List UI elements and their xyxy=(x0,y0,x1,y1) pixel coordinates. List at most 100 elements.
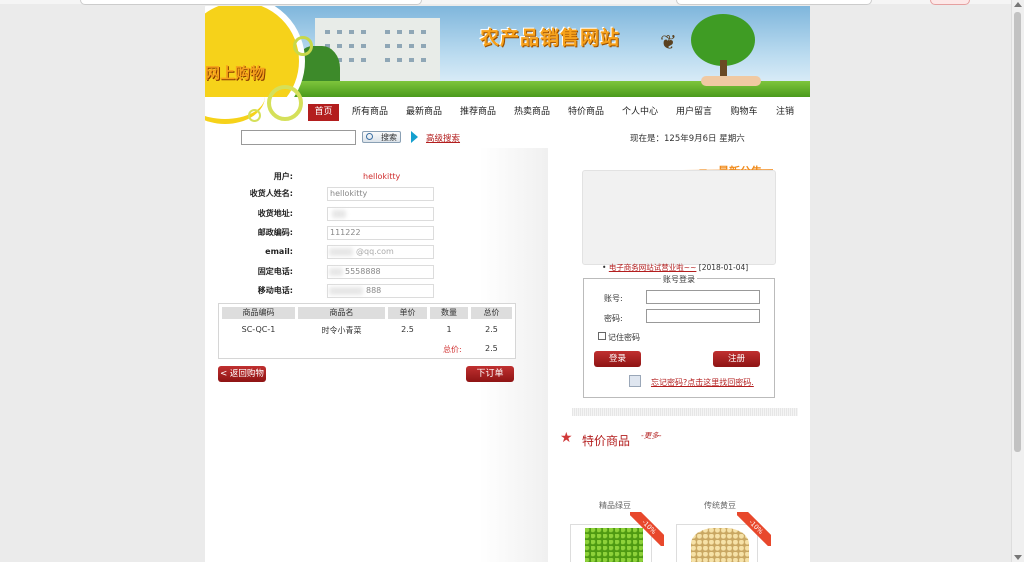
page-container: ❦ 农产品销售网站 网上购物 首页 所有商品 最新商品 推荐商品 热卖商品 特价… xyxy=(205,6,810,562)
browser-button-edge xyxy=(930,0,970,5)
specials-more-link[interactable]: -更多- xyxy=(641,430,661,441)
discount-label: -10% xyxy=(630,512,664,546)
specials-title: 特价商品 xyxy=(582,434,631,448)
search-input[interactable] xyxy=(241,130,356,145)
table-header: 总价 xyxy=(471,307,512,319)
remember-label: 记住密码 xyxy=(608,333,640,342)
ring-decoration-small xyxy=(248,109,261,122)
nav-item-new-products[interactable]: 最新商品 xyxy=(402,104,446,121)
search-button[interactable]: 搜索 xyxy=(362,131,401,143)
ring-decoration xyxy=(267,85,303,121)
email-label: email: xyxy=(265,247,293,256)
scrollbar-thumb[interactable] xyxy=(1014,12,1021,452)
tree-image xyxy=(691,14,755,66)
password-label: 密码: xyxy=(604,314,623,323)
zip-field[interactable]: 111222 xyxy=(327,226,434,240)
name-label: 收货人姓名: xyxy=(249,189,293,198)
page-scrollbar[interactable] xyxy=(1011,0,1024,562)
mobile-label: 移动电话: xyxy=(257,286,293,295)
nav-item-messages[interactable]: 用户留言 xyxy=(672,104,716,121)
discount-ribbon: -10% xyxy=(630,512,664,546)
nav-item-all-products[interactable]: 所有商品 xyxy=(348,104,392,121)
nav-item-logout[interactable]: 注销 xyxy=(773,104,797,121)
password-input[interactable] xyxy=(646,309,760,323)
ring-decoration xyxy=(293,36,313,56)
name-row: 收货人姓名: hellokitty xyxy=(205,187,505,201)
email-suffix: @qq.com xyxy=(356,247,394,256)
scroll-up-arrow-icon[interactable] xyxy=(1014,2,1022,7)
table-cell: 2.5 xyxy=(485,325,498,334)
table-header: 数量 xyxy=(430,307,468,319)
login-legend: 账号登录 xyxy=(661,274,697,285)
user-value: hellokitty xyxy=(363,172,401,181)
notice-item[interactable]: • 电子商务网站试营业啦~~ [2018-01-04] xyxy=(602,263,799,272)
section-divider xyxy=(572,408,798,416)
table-cell: 时令小青菜 xyxy=(321,326,362,335)
nav-item-profile[interactable]: 个人中心 xyxy=(618,104,662,121)
nav-item-hot[interactable]: 热卖商品 xyxy=(510,104,554,121)
site-banner: ❦ 农产品销售网站 网上购物 xyxy=(205,6,810,97)
star-icon: ★ xyxy=(560,430,573,446)
current-date: 现在是：125年9月6日 星期六 xyxy=(630,134,745,144)
mobile-row: 移动电话: 888 xyxy=(205,284,505,298)
phone-row: 固定电话: 5558888 xyxy=(205,265,505,279)
site-title: 农产品销售网站 xyxy=(480,27,621,49)
search-button-label: 搜索 xyxy=(381,133,397,142)
table-header: 商品名 xyxy=(298,307,385,319)
butterfly-icon: ❦ xyxy=(660,30,677,54)
back-to-cart-button[interactable]: < 返回购物车 xyxy=(218,366,266,395)
mobile-field[interactable]: 888 xyxy=(327,284,434,298)
triangle-arrow-icon xyxy=(411,131,418,143)
advanced-search-link[interactable]: 高级搜索 xyxy=(426,132,460,144)
phone-value: 5558888 xyxy=(345,267,381,276)
order-items-table: 商品编码 商品名 单价 数量 总价 SC-QC-1 时令小青菜 2.5 1 2.… xyxy=(218,303,516,359)
phone-field[interactable]: 5558888 xyxy=(327,265,434,279)
email-row: email: @qq.com xyxy=(205,245,505,259)
account-label: 账号: xyxy=(604,294,623,303)
nav-item-recommended[interactable]: 推荐商品 xyxy=(456,104,500,121)
table-cell: 2.5 xyxy=(401,325,414,334)
product-name[interactable]: 传统黄豆 xyxy=(704,500,736,511)
browser-toolbar-edge xyxy=(0,0,1012,5)
nav-item-cart[interactable]: 购物车 xyxy=(726,104,762,121)
browser-search-edge xyxy=(676,0,872,5)
zip-row: 邮政编码: 111222 xyxy=(205,226,505,240)
address-label: 收货地址: xyxy=(257,209,293,218)
discount-label: -10% xyxy=(737,512,771,546)
address-bar-edge xyxy=(80,0,422,5)
login-button[interactable]: 登录 xyxy=(594,351,641,367)
scroll-down-arrow-icon[interactable] xyxy=(1014,555,1022,560)
name-field[interactable]: hellokitty xyxy=(327,187,434,201)
product-name[interactable]: 精品绿豆 xyxy=(599,500,631,511)
nav-item-home[interactable]: 首页 xyxy=(308,104,339,121)
hand-image xyxy=(701,76,761,86)
mobile-value: 888 xyxy=(366,286,382,295)
total-label: 总价: xyxy=(443,345,462,354)
table-cell: 1 xyxy=(446,325,452,334)
account-input[interactable] xyxy=(646,290,760,304)
remember-checkbox[interactable] xyxy=(598,332,606,340)
notice-date: [2018-01-04] xyxy=(698,263,749,272)
notice-board xyxy=(582,170,776,265)
main-nav: 首页 所有商品 最新商品 推荐商品 热卖商品 特价商品 个人中心 用户留言 购物… xyxy=(308,104,803,121)
key-icon xyxy=(629,375,641,387)
user-label: 用户: xyxy=(273,172,293,181)
email-field[interactable]: @qq.com xyxy=(327,245,434,259)
table-header: 商品编码 xyxy=(222,307,295,319)
place-order-button[interactable]: 下订单 xyxy=(466,366,514,382)
user-row: 用户: hellokitty xyxy=(205,170,505,184)
address-row: 收货地址: xyxy=(205,207,505,221)
discount-ribbon: -10% xyxy=(737,512,771,546)
notice-link[interactable]: 电子商务网站试营业啦~~ xyxy=(609,263,697,272)
zip-label: 邮政编码: xyxy=(257,228,293,237)
table-cell: SC-QC-1 xyxy=(241,325,276,334)
banner-decoration xyxy=(205,85,305,127)
register-button[interactable]: 注册 xyxy=(713,351,760,367)
total-value: 2.5 xyxy=(485,344,498,353)
address-field[interactable] xyxy=(327,207,434,221)
forgot-password-link[interactable]: 忘记密码?点击这里找回密码. xyxy=(651,377,754,388)
nav-item-special[interactable]: 特价商品 xyxy=(564,104,608,121)
table-header: 单价 xyxy=(388,307,427,319)
phone-label: 固定电话: xyxy=(257,267,293,276)
search-icon xyxy=(366,133,373,140)
